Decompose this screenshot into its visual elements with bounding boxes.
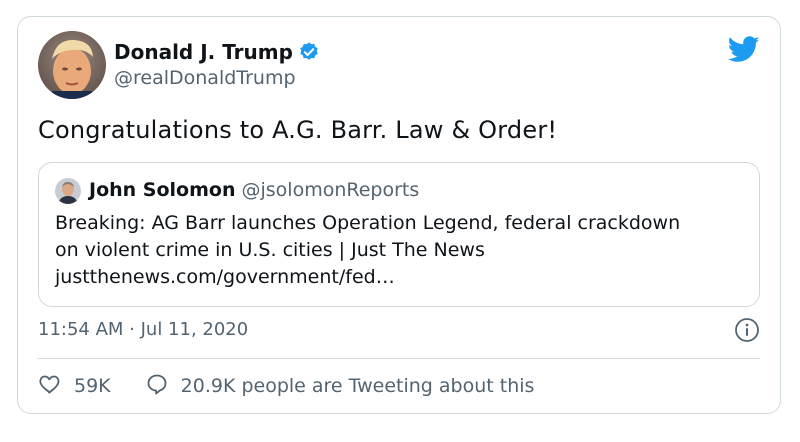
quoted-link[interactable]: justthenews.com/government/fed… <box>55 264 755 291</box>
tweet-card[interactable]: Donald J. Trump @realDonaldTrump Congrat… <box>17 16 781 414</box>
quoted-text-line: Breaking: AG Barr launches Operation Leg… <box>55 212 681 234</box>
author-avatar[interactable] <box>38 31 106 99</box>
conversation-label: 20.9K people are Tweeting about this <box>180 375 535 397</box>
divider <box>38 358 760 359</box>
quoted-tweet-text: Breaking: AG Barr launches Operation Leg… <box>55 210 755 291</box>
author-handle[interactable]: @realDonaldTrump <box>114 67 296 89</box>
verified-badge-icon <box>298 41 320 63</box>
tweet-actions: 59K 20.9K people are Tweeting about this <box>38 373 534 399</box>
like-count: 59K <box>74 375 111 397</box>
tweet-text: Congratulations to A.G. Barr. Law & Orde… <box>38 116 558 144</box>
quoted-tweet[interactable]: John Solomon @jsolomonReports Breaking: A… <box>38 162 760 307</box>
quoted-author-name[interactable]: John Solomon <box>89 179 235 201</box>
speech-bubble-icon <box>145 372 169 401</box>
tweet-timestamp[interactable]: 11:54 AM · Jul 11, 2020 <box>38 319 248 340</box>
author-display-name[interactable]: Donald J. Trump <box>114 40 293 64</box>
quoted-author-header: John Solomon @jsolomonReports <box>89 179 419 201</box>
quoted-text-line: on violent crime in U.S. cities | Just T… <box>55 239 485 261</box>
quoted-author-handle[interactable]: @jsolomonReports <box>241 179 419 201</box>
twitter-bird-icon[interactable] <box>727 36 760 63</box>
like-button[interactable]: 59K <box>38 372 111 401</box>
info-icon[interactable] <box>734 317 760 343</box>
quoted-author-avatar[interactable] <box>55 178 81 204</box>
conversation-button[interactable]: 20.9K people are Tweeting about this <box>145 372 535 401</box>
author-name-row: Donald J. Trump <box>114 39 320 65</box>
heart-icon <box>38 372 62 401</box>
